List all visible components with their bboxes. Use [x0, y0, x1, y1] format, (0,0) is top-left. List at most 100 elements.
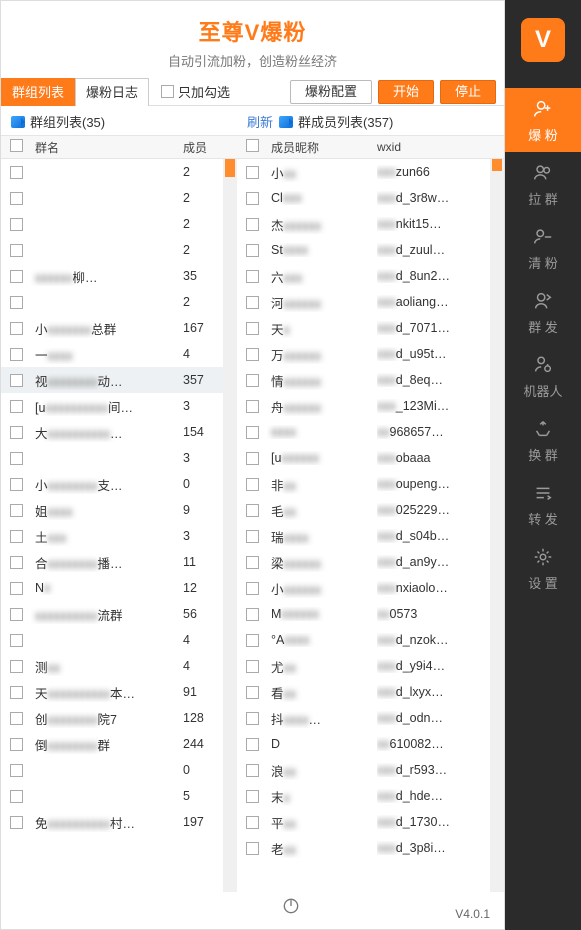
member-select-all[interactable]: [246, 139, 259, 152]
power-icon[interactable]: [0, 896, 581, 916]
row-checkbox[interactable]: [10, 660, 23, 673]
row-checkbox[interactable]: [246, 504, 259, 517]
row-checkbox[interactable]: [246, 660, 259, 673]
table-row[interactable]: 4: [1, 627, 237, 653]
table-row[interactable]: 老xx xxxd_3p8i…: [237, 835, 504, 861]
table-row[interactable]: 土xxx 3: [1, 523, 237, 549]
row-checkbox[interactable]: [246, 400, 259, 413]
table-row[interactable]: 2: [1, 211, 237, 237]
table-row[interactable]: Nx 12: [1, 575, 237, 601]
table-row[interactable]: 尤xx xxxd_y9i4…: [237, 653, 504, 679]
table-row[interactable]: 情xxxxxx xxxd_8eq…: [237, 367, 504, 393]
start-button[interactable]: 开始: [378, 80, 434, 104]
row-checkbox[interactable]: [246, 556, 259, 569]
table-row[interactable]: 合xxxxxxxx播… 11: [1, 549, 237, 575]
row-checkbox[interactable]: [246, 608, 259, 621]
row-checkbox[interactable]: [246, 738, 259, 751]
row-checkbox[interactable]: [246, 712, 259, 725]
group-scrollbar[interactable]: [223, 159, 237, 892]
row-checkbox[interactable]: [246, 166, 259, 179]
table-row[interactable]: 2: [1, 289, 237, 315]
member-scrollbar[interactable]: [490, 159, 504, 892]
stop-button[interactable]: 停止: [440, 80, 496, 104]
row-checkbox[interactable]: [246, 686, 259, 699]
row-checkbox[interactable]: [10, 166, 23, 179]
row-checkbox[interactable]: [10, 426, 23, 439]
table-row[interactable]: 小xxxxxxxx支… 0: [1, 471, 237, 497]
table-row[interactable]: 末x xxxd_hde…: [237, 783, 504, 809]
table-row[interactable]: °Axxxx xxxd_nzok…: [237, 627, 504, 653]
table-row[interactable]: 抖xxxx… xxxd_odn…: [237, 705, 504, 731]
table-row[interactable]: Clxxx xxxd_3r8w…: [237, 185, 504, 211]
row-checkbox[interactable]: [10, 764, 23, 777]
row-checkbox[interactable]: [246, 790, 259, 803]
config-button[interactable]: 爆粉配置: [290, 80, 372, 104]
table-row[interactable]: 倒xxxxxxxx群 244: [1, 731, 237, 757]
row-checkbox[interactable]: [246, 764, 259, 777]
table-row[interactable]: 天x xxxd_7071…: [237, 315, 504, 341]
table-row[interactable]: 大xxxxxxxxxx… 154: [1, 419, 237, 445]
row-checkbox[interactable]: [246, 530, 259, 543]
table-row[interactable]: 六xxx xxxd_8un2…: [237, 263, 504, 289]
row-checkbox[interactable]: [246, 322, 259, 335]
row-checkbox[interactable]: [10, 504, 23, 517]
row-checkbox[interactable]: [246, 218, 259, 231]
only-checked-checkbox[interactable]: [161, 85, 174, 98]
table-row[interactable]: xxxxxxxxxx流群 56: [1, 601, 237, 627]
row-checkbox[interactable]: [10, 192, 23, 205]
table-row[interactable]: 看xx xxxd_lxyx…: [237, 679, 504, 705]
row-checkbox[interactable]: [10, 218, 23, 231]
row-checkbox[interactable]: [10, 374, 23, 387]
row-checkbox[interactable]: [10, 790, 23, 803]
row-checkbox[interactable]: [246, 842, 259, 855]
table-row[interactable]: 视xxxxxxxx动… 357: [1, 367, 237, 393]
table-row[interactable]: 舟xxxxxx xxx_123Mi…: [237, 393, 504, 419]
refresh-members[interactable]: 刷新: [247, 112, 273, 131]
table-row[interactable]: Mxxxxxx xx0573: [237, 601, 504, 627]
row-checkbox[interactable]: [10, 270, 23, 283]
table-row[interactable]: 3: [1, 445, 237, 471]
table-row[interactable]: 测xx 4: [1, 653, 237, 679]
sidebar-item-broadcast[interactable]: 群 发: [505, 280, 581, 344]
row-checkbox[interactable]: [10, 244, 23, 257]
table-row[interactable]: 天xxxxxxxxxx本… 91: [1, 679, 237, 705]
table-row[interactable]: 瑞xxxx xxxd_s04b…: [237, 523, 504, 549]
table-row[interactable]: 2: [1, 185, 237, 211]
row-checkbox[interactable]: [10, 582, 23, 595]
row-checkbox[interactable]: [10, 478, 23, 491]
row-checkbox[interactable]: [10, 452, 23, 465]
table-row[interactable]: [uxxxxxxxxxx间… 3: [1, 393, 237, 419]
sidebar-item-people[interactable]: 拉 群: [505, 152, 581, 216]
row-checkbox[interactable]: [10, 712, 23, 725]
row-checkbox[interactable]: [10, 686, 23, 699]
row-checkbox[interactable]: [10, 348, 23, 361]
row-checkbox[interactable]: [246, 816, 259, 829]
table-row[interactable]: 毛xx xxx025229…: [237, 497, 504, 523]
table-row[interactable]: 2: [1, 237, 237, 263]
only-checked-toggle[interactable]: 只加勾选: [161, 82, 230, 101]
table-row[interactable]: 杰xxxxxx xxxnkit15…: [237, 211, 504, 237]
table-row[interactable]: [uxxxxxx xxxobaaa: [237, 445, 504, 471]
table-row[interactable]: D xx610082…: [237, 731, 504, 757]
table-row[interactable]: 5: [1, 783, 237, 809]
row-checkbox[interactable]: [246, 634, 259, 647]
row-checkbox[interactable]: [246, 452, 259, 465]
table-row[interactable]: 免xxxxxxxxxx村… 197: [1, 809, 237, 835]
row-checkbox[interactable]: [246, 374, 259, 387]
row-checkbox[interactable]: [10, 322, 23, 335]
row-checkbox[interactable]: [10, 634, 23, 647]
sidebar-item-people-minus[interactable]: 清 粉: [505, 216, 581, 280]
row-checkbox[interactable]: [246, 192, 259, 205]
table-row[interactable]: xxxx xx968657…: [237, 419, 504, 445]
row-checkbox[interactable]: [10, 608, 23, 621]
table-row[interactable]: Stxxxx xxxd_zuul…: [237, 237, 504, 263]
table-row[interactable]: 非xx xxxoupeng…: [237, 471, 504, 497]
row-checkbox[interactable]: [10, 530, 23, 543]
table-row[interactable]: 小xxxxxxx总群 167: [1, 315, 237, 341]
row-checkbox[interactable]: [10, 556, 23, 569]
table-row[interactable]: xxxxxx柳… 35: [1, 263, 237, 289]
table-row[interactable]: 浪xx xxxd_r593…: [237, 757, 504, 783]
table-row[interactable]: 姐xxxx 9: [1, 497, 237, 523]
table-row[interactable]: 一xxxx 4: [1, 341, 237, 367]
table-row[interactable]: 小xxxxxx xxxnxiaolo…: [237, 575, 504, 601]
